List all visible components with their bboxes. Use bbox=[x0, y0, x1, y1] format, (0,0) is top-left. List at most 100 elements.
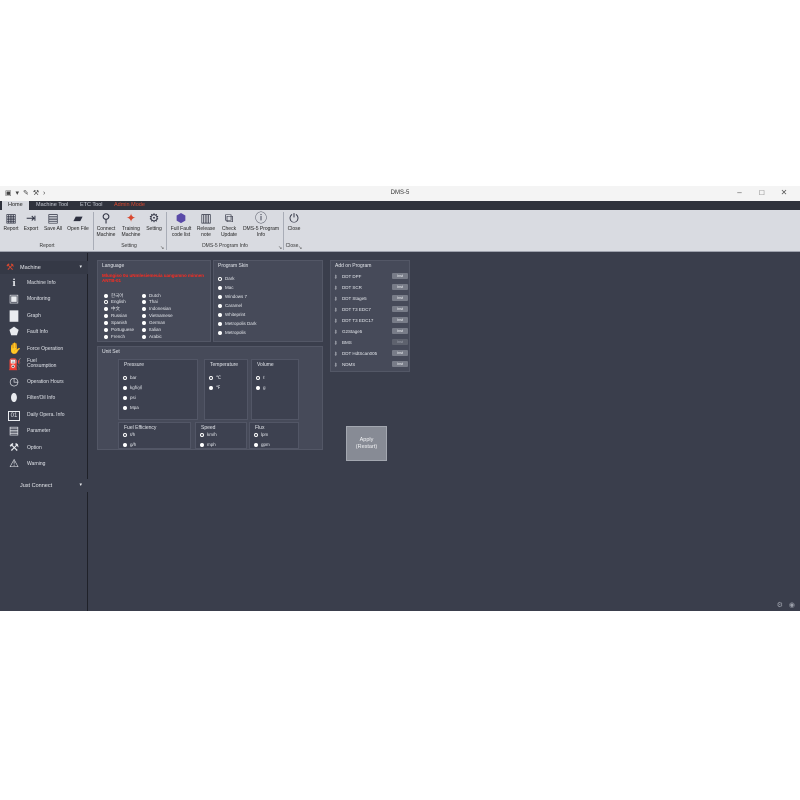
release-note-button[interactable]: ▥ Release note bbox=[195, 211, 217, 238]
sidebar-item-operation-hours[interactable]: ◷ Operation Hours bbox=[0, 376, 88, 391]
pressure-option[interactable]: Mpa bbox=[123, 405, 139, 410]
lang-option[interactable]: Portuguese bbox=[104, 327, 134, 332]
lang-option[interactable]: 한국어 bbox=[104, 293, 123, 298]
setting-button[interactable]: ⚙ Setting bbox=[145, 211, 163, 233]
save-icon: ▤ bbox=[47, 211, 59, 225]
open-file-button[interactable]: ▰ Open File bbox=[66, 211, 90, 233]
install-button[interactable]: Inst bbox=[392, 306, 408, 312]
program-info-button[interactable]: ⓘ DMS-5 Program Info bbox=[241, 211, 281, 238]
volume-option[interactable]: g bbox=[256, 385, 266, 390]
maximize-button[interactable]: □ bbox=[752, 188, 772, 197]
tab-etc-tool[interactable]: ETC Tool bbox=[74, 201, 109, 210]
full-fault-code-button[interactable]: ⬢ Full Fault code list bbox=[169, 211, 193, 238]
volume-option[interactable]: ℓ bbox=[256, 375, 264, 380]
lang-option[interactable]: Russian bbox=[104, 313, 127, 318]
sidebar-header-machine[interactable]: ⚒ Machine ▾ bbox=[0, 261, 88, 274]
key-icon: ⚷ bbox=[334, 307, 338, 312]
sidebar-item-fuel-consumption[interactable]: ⛽ Fuel Consumption bbox=[0, 359, 88, 374]
install-button[interactable]: Inst bbox=[392, 350, 408, 356]
install-button[interactable]: Inst bbox=[392, 361, 408, 367]
skin-option[interactable]: Metropolis bbox=[218, 330, 246, 335]
calendar-icon: 01 bbox=[8, 411, 20, 421]
addon-title: Add on Program bbox=[335, 263, 372, 269]
unit-set-title: Unit Set bbox=[102, 349, 120, 355]
close-dialog-launcher[interactable]: ↘ bbox=[298, 245, 302, 251]
tab-home[interactable]: Home bbox=[2, 201, 29, 210]
minimize-button[interactable]: – bbox=[730, 188, 750, 197]
lang-option[interactable]: Spanish bbox=[104, 320, 127, 325]
flux-group: Flux lpm gpm bbox=[249, 422, 299, 449]
temperature-option[interactable]: ℉ bbox=[209, 385, 220, 390]
setting-dialog-launcher[interactable]: ↘ bbox=[160, 245, 164, 251]
key-icon: ⚷ bbox=[334, 329, 338, 334]
flux-option[interactable]: lpm bbox=[254, 432, 268, 437]
close-window-button[interactable]: ✕ bbox=[774, 188, 794, 197]
close-button[interactable]: ⏻ Close bbox=[285, 211, 303, 233]
program-info-dialog-launcher[interactable]: ↘ bbox=[278, 245, 282, 251]
sidebar-header-just-connect[interactable]: Just Connect ▾ bbox=[0, 479, 88, 492]
title-bar: ▣ ▾ ✎ ⚒ › DMS-5 – □ ✕ bbox=[0, 186, 800, 201]
group-setting-label: Setting bbox=[121, 243, 137, 249]
lang-option[interactable]: Italian bbox=[142, 327, 161, 332]
speed-option[interactable]: km/h bbox=[200, 432, 217, 437]
skin-option[interactable]: Dark bbox=[218, 276, 235, 281]
install-button[interactable]: Inst bbox=[392, 284, 408, 290]
report-button[interactable]: ▦ Report bbox=[2, 211, 20, 233]
settings-circle-icon[interactable]: ⚙ bbox=[777, 602, 783, 609]
tab-machine-tool[interactable]: Machine Tool bbox=[30, 201, 74, 210]
lang-option[interactable]: French bbox=[104, 334, 125, 339]
flux-option[interactable]: gpm bbox=[254, 442, 270, 447]
lang-option[interactable]: 中文 bbox=[104, 306, 120, 311]
monitor-icon: ▣ bbox=[8, 293, 20, 305]
lang-option[interactable]: Vietnamese bbox=[142, 313, 173, 318]
pressure-option[interactable]: bar bbox=[123, 375, 137, 380]
fuel-option[interactable]: ℓ/h bbox=[123, 432, 135, 437]
skin-option[interactable]: Whiteprint bbox=[218, 312, 245, 317]
skin-option[interactable]: Caramel bbox=[218, 303, 242, 308]
sidebar-item-force-operation[interactable]: ✋ Force Operation bbox=[0, 343, 88, 358]
sidebar-item-parameter[interactable]: ▤ Parameter bbox=[0, 425, 88, 440]
tab-admin-mode[interactable]: Admin Mode bbox=[108, 201, 151, 210]
skin-option[interactable]: Windows 7 bbox=[218, 294, 247, 299]
sidebar-item-option[interactable]: ⚒ Option bbox=[0, 442, 88, 457]
lang-option[interactable]: Dutch bbox=[142, 293, 161, 298]
lang-option[interactable]: Thai bbox=[142, 299, 158, 304]
install-button[interactable]: Inst bbox=[392, 317, 408, 323]
training-machine-button[interactable]: ✦ Training Machine bbox=[119, 211, 143, 238]
skin-option[interactable]: Mac bbox=[218, 285, 234, 290]
install-button[interactable]: Inst bbox=[392, 328, 408, 334]
sidebar-item-filter-oil-info[interactable]: ⬮ Filter/Oil Info bbox=[0, 392, 88, 407]
apply-restart-button[interactable]: Apply (Restart) bbox=[346, 426, 387, 461]
sidebar-item-machine-info[interactable]: i Machine Info bbox=[0, 277, 88, 292]
install-button[interactable]: Inst bbox=[392, 273, 408, 279]
help-circle-icon[interactable]: ◉ bbox=[789, 602, 795, 609]
gear-icon: ⚙ bbox=[148, 211, 160, 225]
lang-option[interactable]: Indonesian bbox=[142, 306, 171, 311]
save-all-button[interactable]: ▤ Save All bbox=[42, 211, 64, 233]
lang-option[interactable]: German bbox=[142, 320, 165, 325]
pressure-option[interactable]: kgf/㎠ bbox=[123, 385, 142, 390]
addon-row: ⚷ DDT HdtScan005 Inst bbox=[334, 349, 408, 358]
dms5-window: ▣ ▾ ✎ ⚒ › DMS-5 – □ ✕ Home Machine Tool … bbox=[0, 186, 800, 611]
sidebar-item-daily-opera-info[interactable]: 01 Daily Opera. Info bbox=[0, 409, 88, 424]
lang-option[interactable]: Arabic bbox=[142, 334, 162, 339]
connect-machine-button[interactable]: ⚲ Connect Machine bbox=[95, 211, 117, 238]
sidebar-item-fault-info[interactable]: ⬟ Fault Info bbox=[0, 326, 88, 341]
pressure-option[interactable]: psi bbox=[123, 395, 136, 400]
temperature-option[interactable]: ℃ bbox=[209, 375, 221, 380]
export-button[interactable]: ⇥ Export bbox=[22, 211, 40, 233]
sidebar-item-monitoring[interactable]: ▣ Monitoring bbox=[0, 293, 88, 308]
install-button[interactable]: Inst bbox=[392, 295, 408, 301]
speed-option[interactable]: mph bbox=[200, 442, 216, 447]
sidebar-item-warning[interactable]: ⚠ Warning bbox=[0, 458, 88, 473]
lang-option[interactable]: English bbox=[104, 299, 126, 304]
report-icon: ▦ bbox=[5, 211, 17, 225]
fuel-efficiency-group: Fuel Efficiency ℓ/h g/h bbox=[118, 422, 191, 449]
sidebar-item-graph[interactable]: ▇ Graph bbox=[0, 310, 88, 325]
check-update-button[interactable]: ⧉ Check Update bbox=[218, 211, 240, 238]
fuel-option[interactable]: g/h bbox=[123, 442, 136, 447]
temperature-group: Temperature ℃ ℉ bbox=[204, 359, 248, 420]
skin-option[interactable]: Metropolis Dark bbox=[218, 321, 257, 326]
clock-icon: ◷ bbox=[9, 376, 19, 388]
search-icon: ⚲ bbox=[101, 211, 111, 225]
